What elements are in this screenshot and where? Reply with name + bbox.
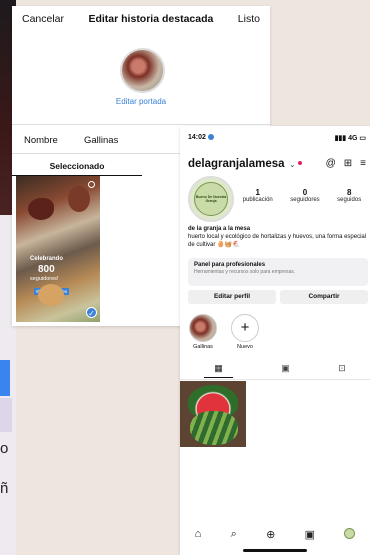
stat-number: 0 [302, 188, 308, 197]
clock: 14:02 [188, 134, 206, 141]
notification-dot [297, 160, 302, 165]
hen-image [68, 186, 90, 212]
profile-header: delagranjalamesa ⌄ @ ⊞ ≡ [188, 154, 366, 172]
signal-indicator: ▮▮▮ 4G ▭ [334, 135, 366, 142]
share-profile-button[interactable]: Compartir [280, 290, 368, 304]
name-label: Nombre [24, 134, 58, 146]
plus-icon: + [231, 314, 259, 342]
home-indicator [243, 549, 307, 552]
pro-panel-title: Panel para profesionales [194, 262, 266, 268]
edit-highlight-header: Cancelar Editar historia destacada Listo [12, 6, 270, 32]
grid-icon[interactable]: ▦ [204, 363, 233, 378]
divider [12, 124, 270, 125]
story-text-line3: seguidores! [30, 276, 59, 282]
bottom-nav: ⌂ ⌕ ⊕ ▣ [180, 528, 370, 541]
threads-icon[interactable]: @ [326, 158, 336, 169]
stat-following[interactable]: 8 seguidos [337, 188, 361, 203]
new-post-icon[interactable]: ⊕ [266, 528, 275, 541]
stat-label: seguidores [290, 197, 320, 203]
stat-posts[interactable]: 1 publicación [243, 188, 273, 203]
highlight-gallinas[interactable]: Gallinas [188, 314, 218, 350]
stat-followers[interactable]: 0 seguidores [290, 188, 319, 203]
edit-profile-button[interactable]: Editar perfil [188, 290, 276, 304]
location-icon [207, 134, 214, 141]
stat-label: publicación [242, 197, 273, 203]
highlight-new[interactable]: + Nuevo [230, 314, 260, 350]
profile-bio: de la granja a la mesa huerto local y ec… [188, 225, 368, 249]
profile-screen: 14:02 ▮▮▮ 4G ▭ delagranjalamesa ⌄ @ ⊞ ≡ … [180, 126, 370, 555]
avatar[interactable]: Bueno De Nuestra Granja [188, 176, 234, 222]
page-title: Editar historia destacada [88, 13, 214, 25]
home-icon[interactable]: ⌂ [195, 528, 202, 541]
tab-selected[interactable]: Seleccionado [12, 156, 142, 176]
stat-number: 1 [255, 188, 260, 197]
content-tabs: ▦ ▣ ⊡ [180, 363, 370, 378]
stat-number: 8 [346, 188, 352, 197]
status-bar: 14:02 ▮▮▮ 4G ▭ [188, 134, 366, 144]
avatar-logo: Bueno De Nuestra Granja [194, 182, 228, 216]
tagged-icon[interactable]: ⊡ [338, 363, 346, 378]
story-text-line2: 800 [38, 264, 55, 275]
username[interactable]: delagranjalamesa [188, 158, 285, 170]
background-glyph-2: ñ [0, 480, 9, 497]
name-input[interactable]: Gallinas [84, 135, 118, 146]
highlight-label: Gallinas [193, 344, 213, 350]
select-circle-icon [88, 181, 95, 188]
profile-stats: 1 publicación 0 seguidores 8 seguidos [234, 188, 370, 203]
stat-label: seguidos [337, 197, 362, 203]
cancel-button[interactable]: Cancelar [22, 13, 64, 25]
done-button[interactable]: Listo [238, 13, 260, 25]
background-grey-bar [0, 398, 12, 432]
professional-dashboard[interactable]: Panel para profesionales Herramientas y … [188, 258, 368, 286]
story-text-line1: Celebrando [30, 256, 64, 262]
background-blue-bar [0, 360, 10, 396]
divider [180, 379, 370, 380]
edit-cover-link[interactable]: Editar portada [12, 97, 270, 106]
profile-actions: Editar perfil Compartir [188, 290, 368, 304]
pro-panel-subtitle: Herramientas y recursos solo para empres… [194, 269, 296, 275]
highlight-cover [189, 314, 217, 342]
chevron-down-icon[interactable]: ⌄ [289, 160, 296, 169]
highlight-label: Nuevo [237, 344, 253, 350]
search-icon[interactable]: ⌕ [231, 528, 237, 541]
background-glyph-1: o [0, 440, 9, 457]
hen-image [28, 198, 54, 220]
story-highlights: Gallinas + Nuevo [188, 314, 260, 350]
create-icon[interactable]: ⊞ [344, 158, 352, 169]
story-thumbnail[interactable]: Celebrando 800 seguidores! #huevoslocale… [16, 176, 100, 322]
bio-text: huerto local y ecológico de hortalizas y… [188, 234, 367, 248]
profile-nav-avatar[interactable] [344, 528, 356, 539]
watermelon-image [190, 411, 238, 445]
bio-name: de la granja a la mesa [188, 226, 251, 232]
highlight-cover-image[interactable] [120, 48, 165, 93]
egg-image [38, 284, 64, 306]
post-thumbnail[interactable] [180, 381, 246, 447]
menu-icon[interactable]: ≡ [360, 158, 366, 169]
reels-icon[interactable]: ▣ [281, 363, 290, 378]
reels-nav-icon[interactable]: ▣ [305, 528, 315, 541]
checkmark-icon: ✓ [86, 307, 97, 318]
